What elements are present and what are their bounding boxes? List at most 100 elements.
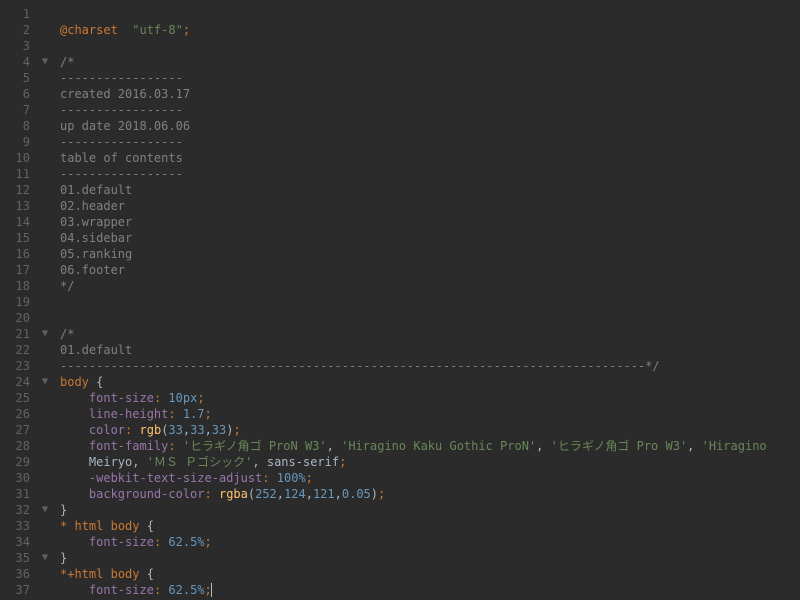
fold-marker[interactable] (38, 22, 52, 38)
fold-marker[interactable] (38, 102, 52, 118)
fold-marker[interactable] (38, 406, 52, 422)
code-line[interactable]: 05.ranking (60, 246, 792, 262)
fold-marker[interactable]: ▼ (38, 54, 52, 70)
code-line[interactable] (60, 38, 792, 54)
code-line[interactable]: * html body { (60, 518, 792, 534)
code-line[interactable]: } (60, 550, 792, 566)
line-number[interactable]: 18 (4, 278, 30, 294)
code-line[interactable]: 04.sidebar (60, 230, 792, 246)
code-line[interactable]: *+html body { (60, 566, 792, 582)
fold-marker[interactable] (38, 150, 52, 166)
code-line[interactable]: created 2016.03.17 (60, 86, 792, 102)
line-number[interactable]: 30 (4, 470, 30, 486)
line-number[interactable]: 33 (4, 518, 30, 534)
fold-marker[interactable] (38, 262, 52, 278)
fold-marker[interactable] (38, 294, 52, 310)
code-line[interactable]: line-height: 1.7; (60, 406, 792, 422)
line-number[interactable]: 17 (4, 262, 30, 278)
fold-marker[interactable] (38, 230, 52, 246)
line-number[interactable]: 24 (4, 374, 30, 390)
line-number[interactable]: 2 (4, 22, 30, 38)
code-line[interactable] (60, 294, 792, 310)
fold-marker[interactable] (38, 86, 52, 102)
fold-marker[interactable] (38, 118, 52, 134)
line-number[interactable]: 31 (4, 486, 30, 502)
code-line[interactable]: 02.header (60, 198, 792, 214)
fold-marker[interactable] (38, 166, 52, 182)
fold-marker[interactable] (38, 134, 52, 150)
fold-marker[interactable]: ▼ (38, 502, 52, 518)
line-number[interactable]: 8 (4, 118, 30, 134)
fold-marker[interactable] (38, 518, 52, 534)
line-number[interactable]: 19 (4, 294, 30, 310)
code-line[interactable]: @charset "utf-8"; (60, 22, 792, 38)
line-number[interactable]: 7 (4, 102, 30, 118)
code-area[interactable]: @charset "utf-8";/*-----------------crea… (52, 0, 800, 600)
fold-marker[interactable] (38, 470, 52, 486)
line-number[interactable]: 26 (4, 406, 30, 422)
fold-marker[interactable] (38, 246, 52, 262)
line-number[interactable]: 9 (4, 134, 30, 150)
fold-marker[interactable] (38, 454, 52, 470)
line-number[interactable]: 21 (4, 326, 30, 342)
line-number[interactable]: 13 (4, 198, 30, 214)
code-line[interactable]: Meiryo, 'ＭＳ Ｐゴシック', sans-serif; (60, 454, 792, 470)
fold-marker[interactable] (38, 582, 52, 598)
fold-marker[interactable] (38, 566, 52, 582)
line-number[interactable]: 1 (4, 6, 30, 22)
fold-marker[interactable] (38, 310, 52, 326)
code-line[interactable]: body { (60, 374, 792, 390)
line-number[interactable]: 11 (4, 166, 30, 182)
code-line[interactable]: background-color: rgba(252,124,121,0.05)… (60, 486, 792, 502)
line-number[interactable]: 37 (4, 582, 30, 598)
code-line[interactable]: */ (60, 278, 792, 294)
code-line[interactable]: } (60, 502, 792, 518)
fold-marker[interactable] (38, 214, 52, 230)
line-number[interactable]: 6 (4, 86, 30, 102)
code-line[interactable]: 03.wrapper (60, 214, 792, 230)
code-line[interactable]: color: rgb(33,33,33); (60, 422, 792, 438)
line-number[interactable]: 15 (4, 230, 30, 246)
code-line[interactable] (60, 310, 792, 326)
code-line[interactable]: 01.default (60, 342, 792, 358)
code-line[interactable] (60, 6, 792, 22)
fold-marker[interactable] (38, 358, 52, 374)
fold-marker[interactable]: ▼ (38, 550, 52, 566)
code-line[interactable]: ----------------- (60, 166, 792, 182)
line-number[interactable]: 16 (4, 246, 30, 262)
fold-marker[interactable] (38, 438, 52, 454)
fold-marker[interactable] (38, 278, 52, 294)
line-number[interactable]: 4 (4, 54, 30, 70)
fold-marker[interactable] (38, 38, 52, 54)
fold-marker[interactable] (38, 6, 52, 22)
line-number[interactable]: 12 (4, 182, 30, 198)
code-line[interactable]: 06.footer (60, 262, 792, 278)
line-number[interactable]: 10 (4, 150, 30, 166)
line-number-gutter[interactable]: 1234567891011121314151617181920212223242… (0, 0, 38, 600)
code-line[interactable]: font-size: 62.5%; (60, 582, 792, 598)
fold-marker[interactable]: ▼ (38, 374, 52, 390)
fold-marker[interactable] (38, 342, 52, 358)
line-number[interactable]: 28 (4, 438, 30, 454)
code-line[interactable]: up date 2018.06.06 (60, 118, 792, 134)
code-line[interactable]: font-family: 'ヒラギノ角ゴ ProN W3', 'Hiragino… (60, 438, 792, 454)
line-number[interactable]: 20 (4, 310, 30, 326)
code-line[interactable]: -webkit-text-size-adjust: 100%; (60, 470, 792, 486)
code-line[interactable]: ----------------- (60, 70, 792, 86)
fold-marker[interactable] (38, 390, 52, 406)
code-line[interactable]: ----------------- (60, 134, 792, 150)
fold-marker[interactable] (38, 422, 52, 438)
line-number[interactable]: 32 (4, 502, 30, 518)
line-number[interactable]: 22 (4, 342, 30, 358)
line-number[interactable]: 35 (4, 550, 30, 566)
fold-gutter[interactable]: ▼ ▼ ▼ ▼ ▼ (38, 0, 52, 600)
line-number[interactable]: 34 (4, 534, 30, 550)
line-number[interactable]: 5 (4, 70, 30, 86)
fold-marker[interactable] (38, 70, 52, 86)
fold-marker[interactable]: ▼ (38, 326, 52, 342)
code-line[interactable]: ----------------------------------------… (60, 358, 792, 374)
fold-marker[interactable] (38, 534, 52, 550)
fold-marker[interactable] (38, 198, 52, 214)
code-line[interactable]: ----------------- (60, 102, 792, 118)
line-number[interactable]: 29 (4, 454, 30, 470)
